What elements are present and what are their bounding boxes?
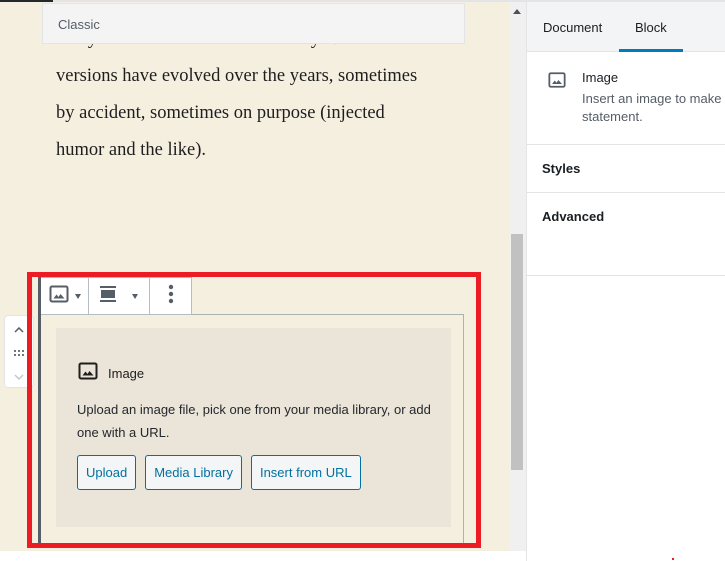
image-placeholder: Image Upload an image file, pick one fro… xyxy=(56,328,451,527)
block-card: Image Insert an image to make statement. xyxy=(527,52,725,145)
paragraph-line: humor and the like). xyxy=(56,140,207,160)
block-mover xyxy=(4,315,34,388)
change-alignment-button[interactable] xyxy=(89,278,150,314)
description-line: statement. xyxy=(582,109,643,124)
image-icon xyxy=(548,71,566,94)
description-line: Insert an image to make xyxy=(582,91,722,106)
change-block-type-button[interactable] xyxy=(41,278,89,314)
upload-button[interactable]: Upload xyxy=(77,455,137,490)
dropdown-caret-icon xyxy=(74,293,81,299)
move-down-button[interactable] xyxy=(5,369,33,383)
placeholder-label: Image xyxy=(108,366,145,381)
sidebar-tabs: Document Block xyxy=(527,2,725,52)
panel-styles-title: Styles xyxy=(542,161,581,176)
more-options-button[interactable] xyxy=(150,278,191,314)
vertical-ellipsis-icon xyxy=(168,284,174,309)
instructions-line: Upload an image file, pick one from your… xyxy=(77,402,431,417)
dropdown-caret-icon xyxy=(132,293,138,299)
block-card-title: Image xyxy=(582,70,619,85)
panel-styles[interactable]: Styles xyxy=(527,145,725,193)
drag-handle[interactable] xyxy=(5,345,33,359)
block-card-description: Insert an image to make statement. xyxy=(582,90,721,126)
scroll-up-arrow-icon[interactable] xyxy=(513,9,521,14)
annotation-dot xyxy=(672,558,674,560)
drag-handle-icon xyxy=(14,343,24,361)
paragraph-line: by accident, sometimes on purpose (injec… xyxy=(56,103,385,123)
tab-document[interactable]: Document xyxy=(527,2,618,52)
panel-advanced[interactable]: Advanced xyxy=(527,193,725,276)
align-wide-icon xyxy=(100,285,116,307)
media-library-button[interactable]: Media Library xyxy=(145,455,242,490)
insert-from-url-button[interactable]: Insert from URL xyxy=(250,455,361,490)
placeholder-actions: Upload Media Library Insert from URL xyxy=(77,455,361,490)
instructions-line: one with a URL. xyxy=(77,425,170,440)
scrollbar-thumb[interactable] xyxy=(511,234,523,470)
classic-label: Classic xyxy=(58,17,100,32)
image-icon xyxy=(78,361,98,386)
editor-scrollbar[interactable] xyxy=(509,2,526,551)
image-icon xyxy=(49,284,69,309)
tab-block[interactable]: Block xyxy=(619,2,683,52)
chevron-down-icon xyxy=(14,367,24,385)
placeholder-instructions: Upload an image file, pick one from your… xyxy=(77,398,431,444)
paragraph-line: versions have evolved over the years, so… xyxy=(56,66,418,86)
block-toolbar xyxy=(41,277,192,315)
chevron-up-icon xyxy=(14,320,24,338)
placeholder-header: Image xyxy=(78,361,144,386)
move-up-button[interactable] xyxy=(5,322,33,336)
settings-sidebar: Document Block Image Insert an image to … xyxy=(526,2,725,561)
classic-block-toolbar[interactable]: Classic xyxy=(42,3,465,44)
panel-advanced-title: Advanced xyxy=(542,209,605,224)
